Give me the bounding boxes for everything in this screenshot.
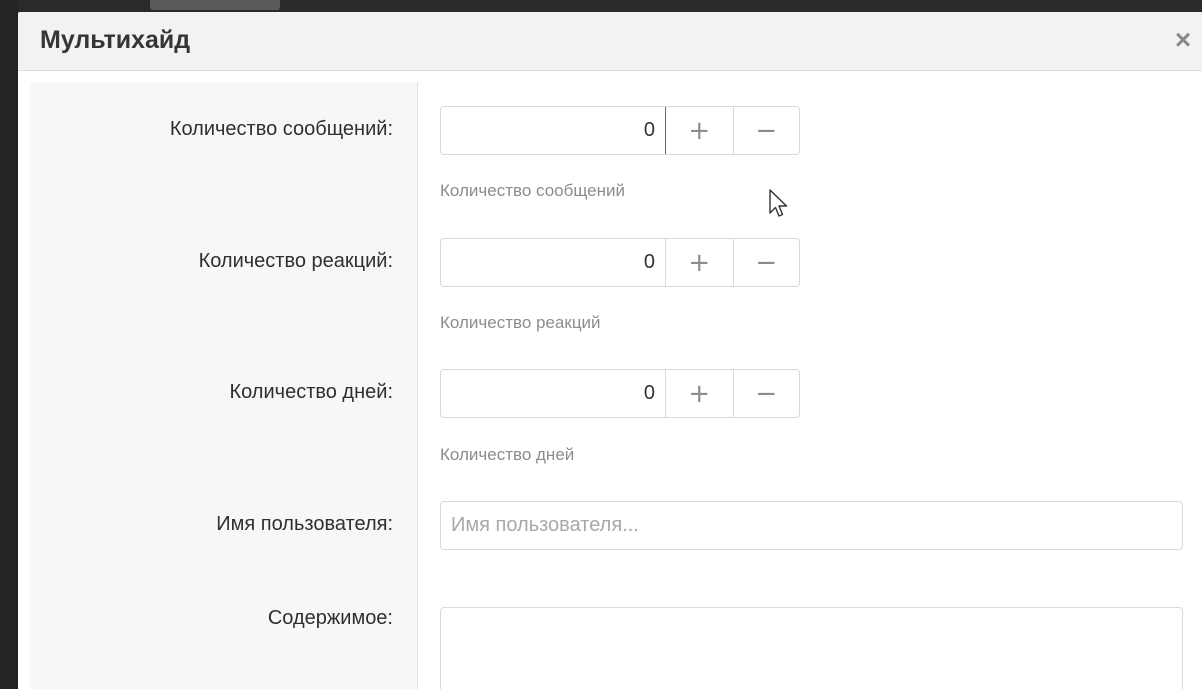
content-textarea[interactable]: [440, 607, 1183, 689]
mouse-pointer-icon: [769, 189, 788, 217]
reactions-count-hint: Количество реакций: [440, 313, 601, 332]
plus-icon: +: [688, 378, 711, 409]
plus-icon: +: [688, 115, 711, 146]
plus-icon: +: [688, 247, 711, 278]
username-input[interactable]: [440, 501, 1183, 550]
minus-icon: −: [755, 115, 778, 146]
messages-count-input[interactable]: [441, 107, 666, 154]
reactions-minus-button[interactable]: −: [732, 239, 800, 286]
days-plus-button[interactable]: +: [666, 370, 733, 417]
content-label: Содержимое:: [267, 607, 393, 629]
messages-plus-button[interactable]: +: [666, 107, 733, 154]
reactions-count-label: Количество реакций:: [198, 250, 393, 272]
reactions-count-input[interactable]: [441, 239, 666, 286]
messages-count-label: Количество сообщений:: [169, 118, 393, 140]
days-count-stepper: + −: [440, 369, 800, 418]
days-minus-button[interactable]: −: [732, 370, 800, 417]
multihide-dialog: Мультихайд × Количество сообщений: Колич…: [18, 12, 1202, 689]
background-gutter: [0, 0, 18, 689]
close-icon: ×: [1174, 24, 1192, 55]
messages-count-stepper: + −: [440, 106, 800, 155]
messages-minus-button[interactable]: −: [732, 107, 800, 154]
messages-count-hint: Количество сообщений: [440, 181, 625, 200]
dialog-form: Количество сообщений: Количество реакций…: [30, 82, 1202, 689]
days-count-label: Количество дней:: [229, 381, 393, 403]
days-count-hint: Количество дней: [440, 445, 575, 464]
minus-icon: −: [755, 247, 778, 278]
dialog-title: Мультихайд: [40, 26, 191, 54]
background-tab: [150, 0, 280, 10]
days-count-input[interactable]: [441, 370, 666, 417]
reactions-count-stepper: + −: [440, 238, 800, 287]
dialog-header: Мультихайд ×: [18, 12, 1202, 71]
close-button[interactable]: ×: [1168, 26, 1198, 56]
minus-icon: −: [755, 378, 778, 409]
reactions-plus-button[interactable]: +: [666, 239, 733, 286]
username-label: Имя пользователя:: [216, 513, 393, 535]
label-column: Количество сообщений: Количество реакций…: [30, 82, 418, 689]
